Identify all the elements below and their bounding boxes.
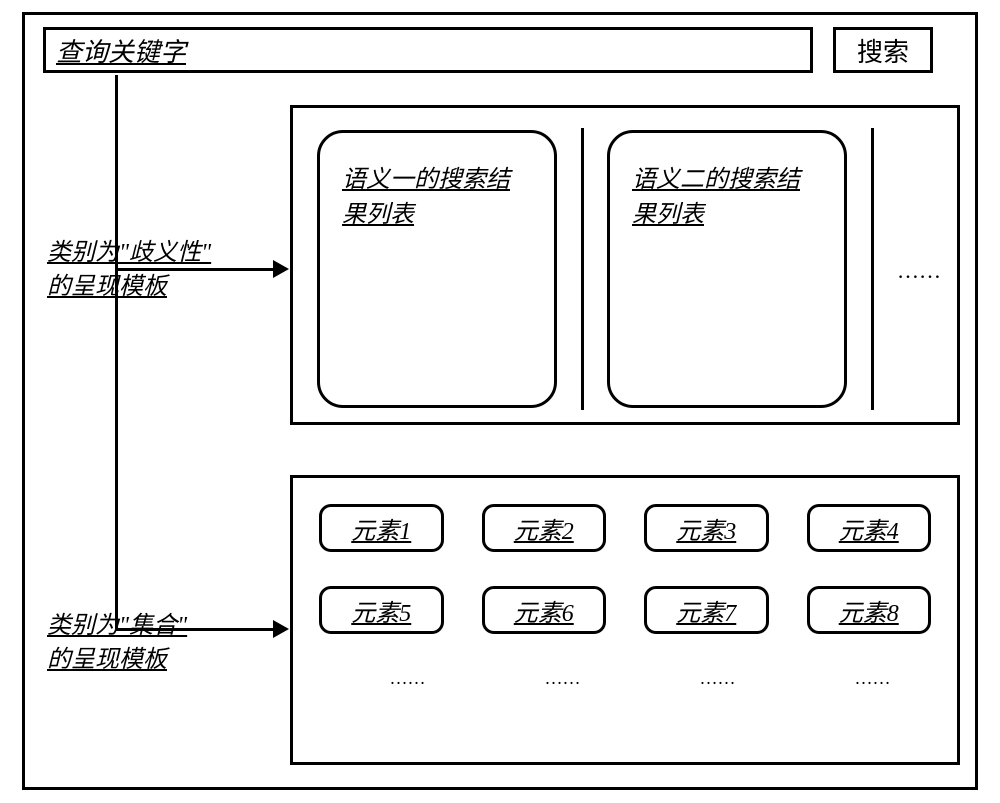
ellipsis-row: …… …… …… …… [319,668,931,689]
search-row: 查询关键字 搜索 [43,27,933,73]
ellipsis: …… [349,668,466,689]
panel-collection: 元素1 元素2 元素3 元素4 元素5 元素6 元素7 元素8 …… …… ……… [290,475,960,765]
element-item: 元素6 [482,586,607,634]
element-label: 元素8 [839,593,899,628]
search-input[interactable]: 查询关键字 [43,27,813,73]
ellipsis: …… [659,668,776,689]
diagram-frame: 查询关键字 搜索 类别为"歧义性" 的呈现模板 语义一的搜索结果列表 语义二的搜… [22,12,978,790]
ellipsis: …… [814,668,931,689]
panel-ambiguity: 语义一的搜索结果列表 语义二的搜索结果列表 …… [290,105,960,425]
search-placeholder: 查询关键字 [56,32,186,69]
connector-vertical [115,75,118,630]
label-text: 的呈现模板 [47,274,167,300]
element-label: 元素2 [514,511,574,546]
result-card: 语义二的搜索结果列表 [607,130,847,408]
element-row: 元素1 元素2 元素3 元素4 [319,504,931,552]
element-item: 元素4 [807,504,932,552]
label-text: 类别为"歧义性" [47,240,211,266]
element-item: 元素2 [482,504,607,552]
arrowhead-icon [273,620,289,638]
element-label: 元素7 [676,593,736,628]
panel-divider [581,128,584,410]
element-label: 元素1 [351,511,411,546]
element-item: 元素1 [319,504,444,552]
element-item: 元素7 [644,586,769,634]
panel-divider [871,128,874,410]
template-label-ambiguity: 类别为"歧义性" 的呈现模板 [47,237,257,304]
template-label-collection: 类别为"集合" 的呈现模板 [47,610,227,677]
card-text: 语义二的搜索结果列表 [632,167,800,228]
result-card: 语义一的搜索结果列表 [317,130,557,408]
element-label: 元素3 [676,511,736,546]
element-row: 元素5 元素6 元素7 元素8 [319,586,931,634]
arrowhead-icon [273,260,289,278]
search-button-label: 搜索 [857,32,909,69]
ellipsis: …… [504,668,621,689]
element-label: 元素5 [351,593,411,628]
element-label: 元素4 [839,511,899,546]
ellipsis: …… [897,258,941,284]
search-button[interactable]: 搜索 [833,27,933,73]
element-item: 元素5 [319,586,444,634]
element-label: 元素6 [514,593,574,628]
element-item: 元素3 [644,504,769,552]
label-text: 的呈现模板 [47,647,167,673]
label-text: 类别为"集合" [47,613,187,639]
element-item: 元素8 [807,586,932,634]
card-text: 语义一的搜索结果列表 [342,167,510,228]
